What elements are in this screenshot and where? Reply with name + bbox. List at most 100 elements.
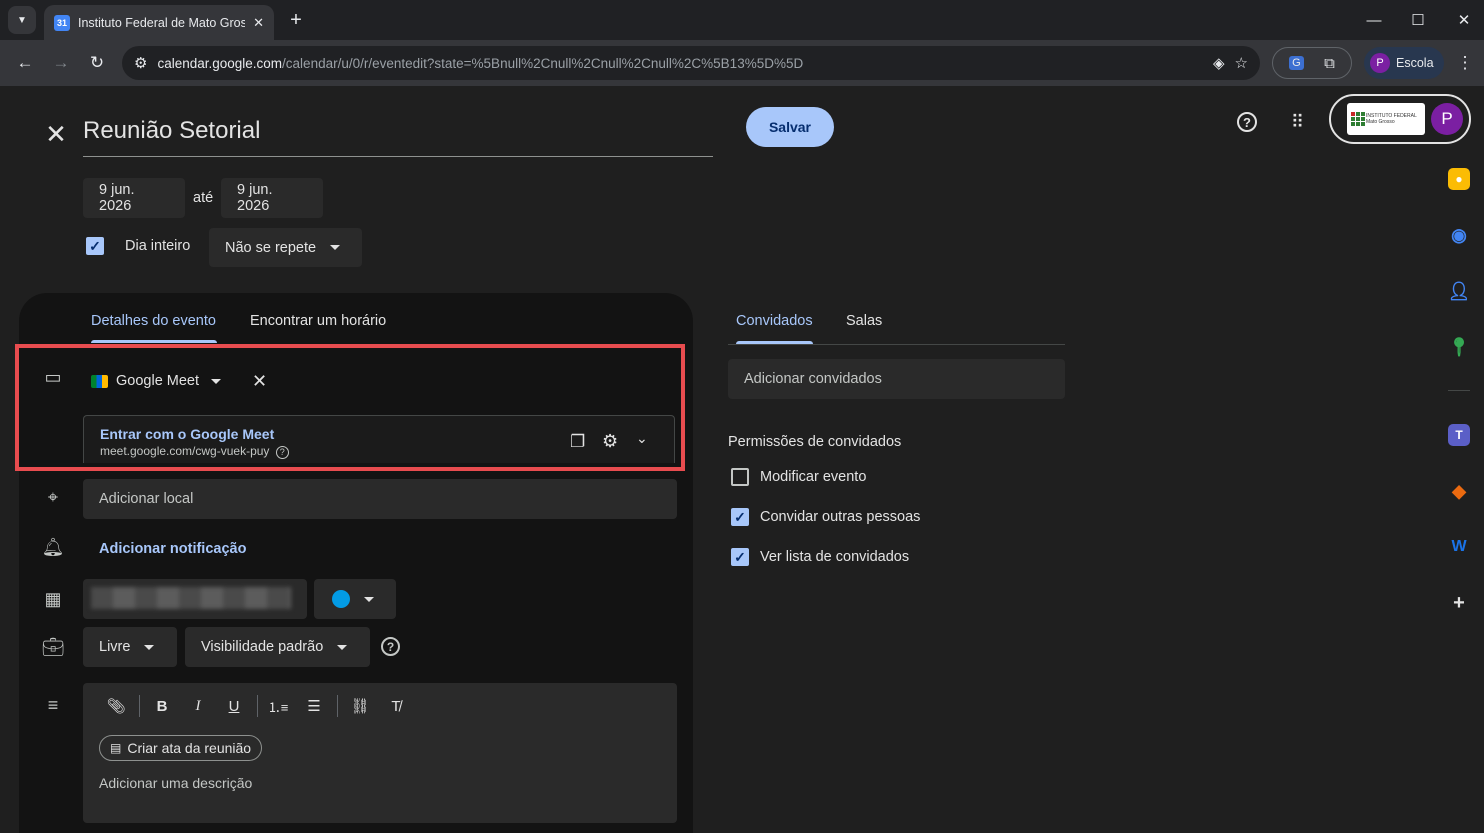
rail-divider	[1448, 390, 1470, 391]
tab-find-time[interactable]: Encontrar um horário	[250, 313, 386, 329]
event-color-dropdown[interactable]	[314, 579, 396, 619]
forward-icon[interactable]: →	[48, 50, 74, 76]
bulleted-list-icon[interactable]: ☰	[303, 695, 325, 717]
link-icon[interactable]: ⛓︎	[349, 695, 371, 717]
add-addon-icon[interactable]: +	[1448, 592, 1470, 614]
url-text: calendar.google.com/calendar/u/0/r/event…	[157, 55, 804, 71]
add-guests-input[interactable]: Adicionar convidados	[728, 359, 1065, 399]
blurred-calendar-name	[91, 587, 291, 609]
browser-menu-icon[interactable]: ⋮	[1452, 50, 1478, 76]
maps-icon[interactable]: 📍︎	[1448, 336, 1471, 358]
location-pin-icon: ⌖	[47, 486, 59, 507]
add-notification-link[interactable]: Adicionar notificação	[99, 541, 246, 557]
bell-icon: 🔔︎	[41, 536, 65, 557]
create-meeting-notes-button[interactable]: ▤ Criar ata da reunião	[99, 735, 263, 761]
checkbox[interactable]: ✓	[731, 548, 749, 566]
help-icon[interactable]: ?	[1233, 108, 1261, 136]
site-info-icon[interactable]: ⚙	[134, 54, 147, 72]
permission-label: Modificar evento	[760, 469, 867, 485]
dropdown-caret-icon	[337, 644, 348, 650]
chevron-down-icon: ▼	[17, 14, 27, 26]
description-editor[interactable]: 📎︎ B I U ⒈≡ ☰ ⛓︎ T̸ ▤ Criar ata da reuni…	[83, 683, 677, 823]
new-tab-button[interactable]: +	[284, 8, 308, 32]
numbered-list-icon[interactable]: ⒈≡	[267, 695, 289, 717]
tab-guests[interactable]: Convidados	[736, 313, 813, 329]
tab-search-button[interactable]: ▼	[8, 6, 36, 34]
meeting-notes-label: Criar ata da reunião	[127, 740, 252, 756]
availability-value: Livre	[99, 639, 131, 655]
toolbar-divider	[337, 695, 338, 717]
save-button[interactable]: Salvar	[746, 107, 834, 147]
profile-button[interactable]: P Escola	[1364, 47, 1444, 79]
dropdown-caret-icon	[330, 245, 341, 250]
webex-addon-icon[interactable]: W	[1448, 536, 1470, 558]
underline-icon[interactable]: U	[223, 695, 245, 717]
contacts-icon[interactable]: 👤︎	[1448, 280, 1471, 302]
all-day-label: Dia inteiro	[125, 238, 191, 254]
all-day-checkbox[interactable]: ✓	[86, 237, 104, 255]
tabs-divider	[728, 344, 1065, 345]
active-tab-indicator	[91, 340, 217, 343]
availability-dropdown[interactable]: Livre	[83, 627, 177, 667]
lens-icon[interactable]: ◈	[1213, 54, 1225, 72]
tasks-icon[interactable]: ◉	[1448, 224, 1470, 246]
permission-label: Convidar outras pessoas	[760, 509, 921, 525]
start-date-field[interactable]: 9 jun. 2026	[83, 178, 185, 218]
institution-logo: INSTITUTO FEDERAL Mato Grosso	[1347, 103, 1425, 135]
description-placeholder: Adicionar uma descrição	[99, 775, 253, 791]
address-bar[interactable]: ⚙ calendar.google.com/calendar/u/0/r/eve…	[122, 46, 1260, 80]
toolbar-divider	[139, 695, 140, 717]
visibility-dropdown[interactable]: Visibilidade padrão	[185, 627, 370, 667]
document-icon: ▤	[110, 741, 122, 755]
maximize-icon[interactable]: ☐	[1406, 8, 1430, 32]
to-label: até	[193, 190, 214, 206]
permission-see-guest-list[interactable]: ✓ Ver lista de convidados	[731, 548, 909, 566]
active-tab-indicator	[736, 341, 813, 344]
highlight-box	[15, 344, 685, 471]
calendar-select[interactable]	[83, 579, 307, 619]
tab-title: Instituto Federal de Mato Grosso	[78, 15, 246, 30]
event-title-field[interactable]: Reunião Setorial	[83, 108, 713, 157]
puzzle-extensions-icon[interactable]: ⧉	[1324, 55, 1335, 72]
bold-icon[interactable]: B	[151, 695, 173, 717]
repeat-value: Não se repete	[225, 239, 317, 256]
color-dot	[332, 590, 350, 608]
end-date-field[interactable]: 9 jun. 2026	[221, 178, 323, 218]
clear-formatting-icon[interactable]: T̸	[385, 695, 407, 717]
tab-rooms[interactable]: Salas	[846, 313, 882, 329]
back-icon[interactable]: ←	[12, 50, 38, 76]
checkbox[interactable]: ✓	[731, 508, 749, 526]
italic-icon[interactable]: I	[187, 695, 209, 717]
bookmark-star-icon[interactable]: ☆	[1235, 54, 1248, 72]
dropdown-caret-icon	[144, 644, 155, 650]
visibility-help-icon[interactable]: ?	[381, 637, 400, 656]
office-addon-icon[interactable]: ◆	[1448, 480, 1470, 502]
checkbox[interactable]	[731, 468, 749, 486]
extensions-group: G ⧉	[1272, 47, 1352, 79]
description-lines-icon: ≡	[47, 694, 59, 715]
minimize-icon[interactable]: —	[1362, 8, 1386, 32]
teams-addon-icon[interactable]: T	[1448, 424, 1470, 446]
keep-icon[interactable]: ●	[1448, 168, 1470, 190]
reload-icon[interactable]: ↻	[84, 50, 110, 76]
toolbar-divider	[257, 695, 258, 717]
briefcase-icon: 💼︎	[41, 636, 65, 657]
close-window-icon[interactable]: ✕	[1452, 8, 1476, 32]
attachment-icon[interactable]: 📎︎	[105, 695, 127, 717]
permission-modify-event[interactable]: Modificar evento	[731, 468, 866, 486]
logo-text: INSTITUTO FEDERAL Mato Grosso	[1366, 113, 1417, 125]
location-input[interactable]: Adicionar local	[83, 479, 677, 519]
repeat-dropdown[interactable]: Não se repete	[209, 228, 362, 267]
tab-event-details[interactable]: Detalhes do evento	[91, 313, 216, 329]
side-panel-rail: ● ◉ 👤︎ 📍︎ T ◆ W +	[1436, 86, 1484, 816]
close-editor-icon[interactable]: ✕	[42, 119, 70, 149]
browser-tab[interactable]: 31 Instituto Federal de Mato Grosso ✕	[44, 5, 274, 40]
close-tab-icon[interactable]: ✕	[253, 15, 264, 31]
calendar-event-edit-page: ✕ Reunião Setorial Salvar ? ⠿ INSTITUTO …	[0, 86, 1484, 833]
guest-permissions-title: Permissões de convidados	[728, 434, 902, 450]
calendar-icon: ▦	[44, 588, 62, 609]
translate-extension-icon[interactable]: G	[1289, 56, 1304, 70]
visibility-value: Visibilidade padrão	[201, 639, 324, 655]
apps-grid-icon[interactable]: ⠿	[1283, 108, 1311, 136]
permission-invite-others[interactable]: ✓ Convidar outras pessoas	[731, 508, 920, 526]
